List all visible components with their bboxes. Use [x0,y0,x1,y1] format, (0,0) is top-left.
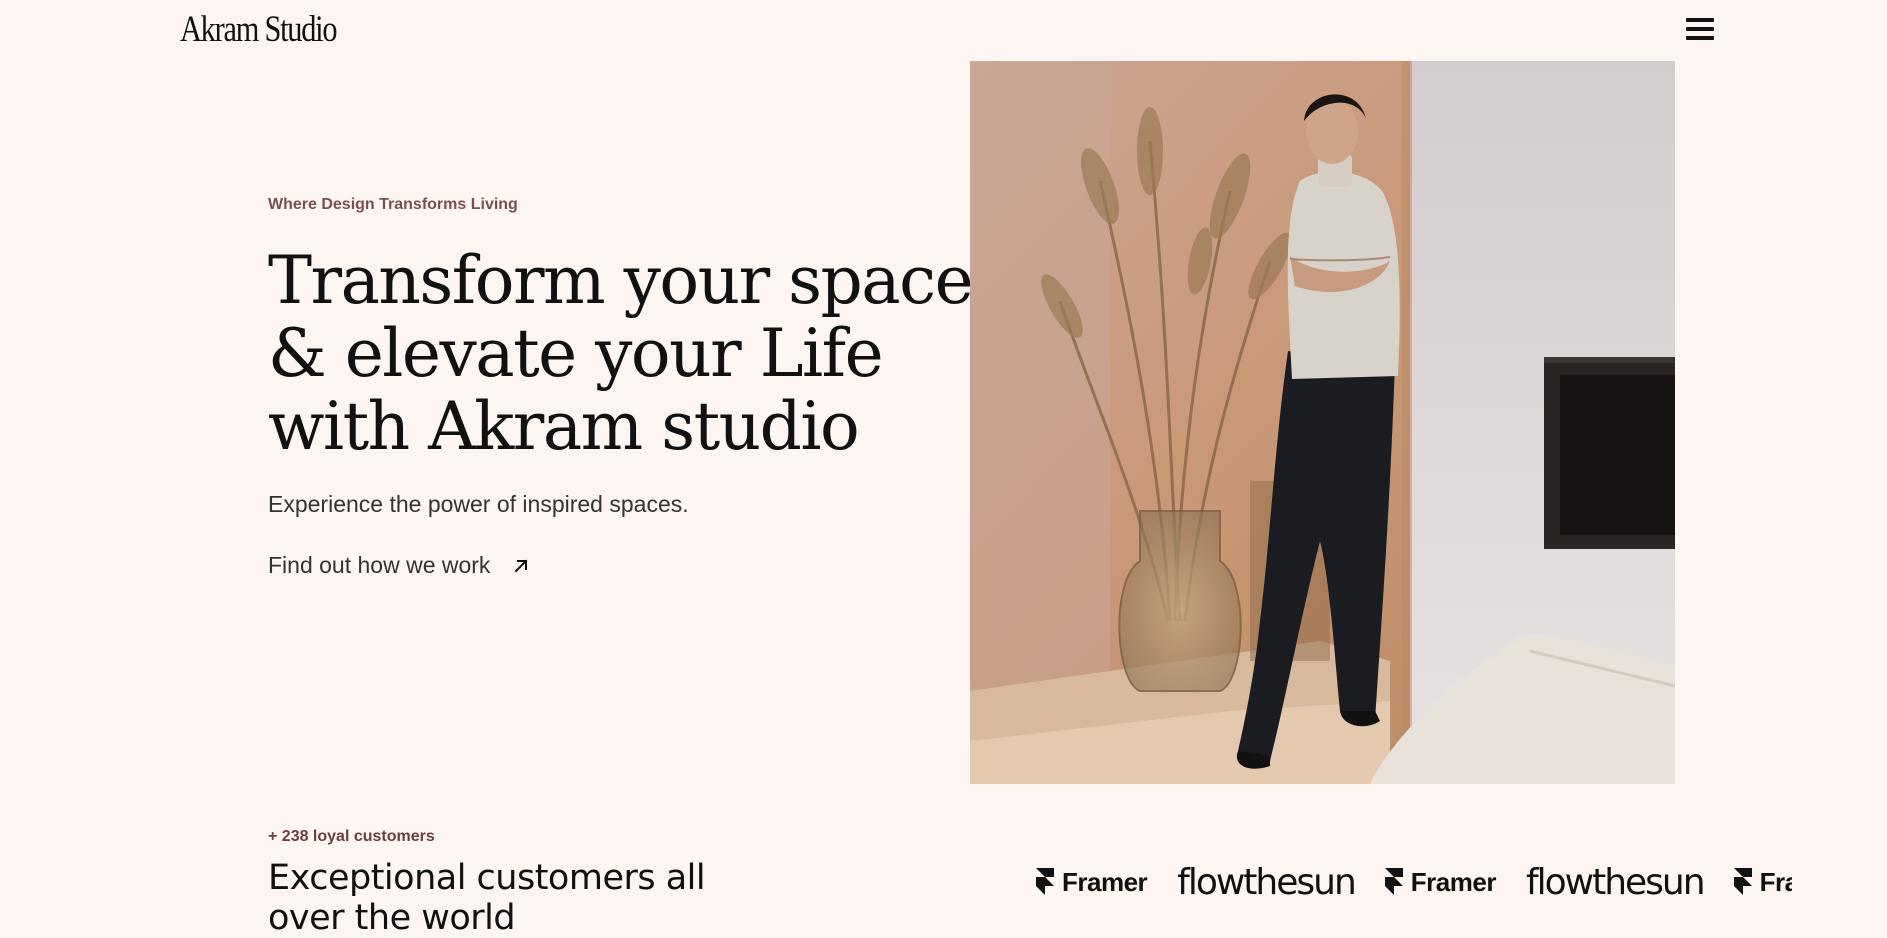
customers-count: + 238 loyal customers [268,828,435,845]
woman-standing-in-interior-photo [970,61,1675,784]
brand-logo-framer: Framer [1733,866,1792,898]
site-logo[interactable]: Akram Studio [180,8,338,51]
hero-photo [970,61,1675,784]
customer-logo-track: Framer flowthesun Framer flowthesun Fram… [1036,858,1792,906]
framer-logo-icon [1733,868,1752,895]
customers-title-line: Exceptional customers all [268,858,706,898]
site-header: Akram Studio [0,0,1887,60]
hero-title: Transform your space & elevate your Life… [268,244,988,463]
framer-logo-icon [1036,868,1054,895]
customers-title: Exceptional customers all over the world [268,858,706,938]
framer-logo-icon [1384,868,1403,895]
hero-title-line: & elevate your Life [268,315,884,392]
customer-logo-marquee: Framer flowthesun Framer flowthesun Fram… [1036,858,1792,906]
brand-name: Framer [1062,866,1148,897]
hero-subtitle: Experience the power of inspired spaces. [268,491,689,517]
find-out-how-we-work-link[interactable]: Find out how we work [268,552,530,579]
brand-logo-framer: Framer [1036,866,1148,898]
arrow-up-right-icon [515,559,528,572]
hamburger-menu-icon[interactable] [1682,16,1718,42]
brand-name: flowthesun [1177,861,1357,903]
brand-name: flowthesun [1525,861,1706,903]
customers-title-line: over the world [268,898,516,938]
hero-eyebrow: Where Design Transforms Living [268,196,518,213]
brand-name: Framer [1759,866,1792,897]
brand-name: Framer [1410,866,1497,897]
brand-logo-flowthesun: flowthesun [1525,861,1706,903]
brand-logo-framer: Framer [1384,866,1497,898]
hero-title-line: with Akram studio [268,388,860,465]
hero-title-line: Transform your space [268,242,974,319]
cta-label: Find out how we work [268,552,491,578]
brand-logo-flowthesun: flowthesun [1177,861,1357,903]
